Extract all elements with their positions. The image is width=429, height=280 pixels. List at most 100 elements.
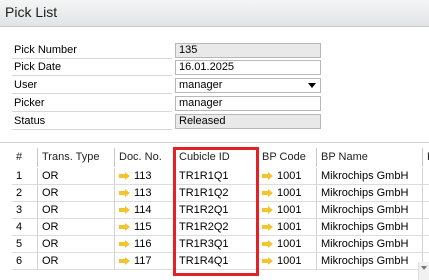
header-form: Pick Number 135 Pick Date 16.01.2025 Use… xyxy=(0,27,429,142)
cell-bp-name[interactable]: Mikrochips GmbH xyxy=(316,202,422,219)
cell-bp-code[interactable]: 1001 xyxy=(257,253,316,270)
table-row[interactable]: 3 OR 114 TR1R2Q1 1001 Mikrochips GmbH xyxy=(0,202,429,219)
cell-bp-name-text: Mikrochips GmbH xyxy=(321,187,409,199)
cell-trans-type-text: OR xyxy=(42,238,59,250)
col-header-next[interactable]: P xyxy=(422,148,429,167)
cell-num[interactable]: 6 xyxy=(12,253,37,270)
grid-header: # Trans. Type Doc. No. Cubicle ID BP Cod… xyxy=(0,148,429,167)
field-pick-number: Pick Number 135 xyxy=(12,43,429,59)
cell-cubicle-id-text: TR1R1Q1 xyxy=(179,170,229,182)
cell-bp-name[interactable]: Mikrochips GmbH xyxy=(316,219,422,236)
col-header-cubicle-id[interactable]: Cubicle ID xyxy=(174,148,257,167)
cell-num-text: 3 xyxy=(16,204,23,216)
cell-next[interactable] xyxy=(422,219,429,236)
col-header-bp-code[interactable]: BP Code xyxy=(257,148,316,167)
cell-doc-no[interactable]: 117 xyxy=(114,253,174,270)
cell-bp-code[interactable]: 1001 xyxy=(257,219,316,236)
picker-label: Picker xyxy=(12,96,172,112)
cell-num-text: 6 xyxy=(16,255,23,267)
cell-doc-no-text: 115 xyxy=(134,221,152,233)
cell-trans-type[interactable]: OR xyxy=(37,253,114,270)
status-field[interactable]: Released xyxy=(175,114,321,129)
link-arrow-icon[interactable] xyxy=(262,240,273,248)
link-arrow-icon[interactable] xyxy=(262,189,273,197)
link-arrow-icon[interactable] xyxy=(119,257,130,265)
link-arrow-icon[interactable] xyxy=(262,257,273,265)
cell-trans-type[interactable]: OR xyxy=(37,168,114,185)
cell-next[interactable] xyxy=(422,236,429,253)
cell-cubicle-id-text: TR1R2Q2 xyxy=(179,221,229,233)
cell-trans-type[interactable]: OR xyxy=(37,185,114,202)
cell-doc-no-text: 117 xyxy=(134,255,152,267)
cell-bp-name-text: Mikrochips GmbH xyxy=(321,255,409,267)
pick-number-field[interactable]: 135 xyxy=(175,43,321,58)
cell-cubicle-id[interactable]: TR1R4Q1 xyxy=(174,253,257,270)
cell-num[interactable]: 5 xyxy=(12,236,37,253)
cell-num-text: 2 xyxy=(16,187,23,199)
cell-num[interactable]: 3 xyxy=(12,202,37,219)
cell-num[interactable]: 4 xyxy=(12,219,37,236)
col-header-trans-type[interactable]: Trans. Type xyxy=(37,148,114,167)
link-arrow-icon[interactable] xyxy=(262,206,273,214)
cell-trans-type[interactable]: OR xyxy=(37,219,114,236)
col-header-doc-no[interactable]: Doc. No. xyxy=(114,148,174,167)
cell-num[interactable]: 1 xyxy=(12,168,37,185)
table-row[interactable]: 6 OR 117 TR1R4Q1 1001 Mikrochips GmbH xyxy=(0,253,429,270)
link-arrow-icon[interactable] xyxy=(119,172,130,180)
cell-bp-code-text: 1001 xyxy=(277,187,302,199)
table-row[interactable]: 2 OR 113 TR1R1Q2 1001 Mikrochips GmbH xyxy=(0,185,429,202)
cell-doc-no-text: 113 xyxy=(134,170,152,182)
link-arrow-icon[interactable] xyxy=(262,172,273,180)
cell-doc-no[interactable]: 113 xyxy=(114,168,174,185)
pick-date-field[interactable]: 16.01.2025 xyxy=(175,60,321,75)
link-arrow-icon[interactable] xyxy=(119,240,130,248)
cell-num[interactable]: 2 xyxy=(12,185,37,202)
cell-bp-code-text: 1001 xyxy=(277,204,302,216)
cell-trans-type[interactable]: OR xyxy=(37,236,114,253)
cell-trans-type-text: OR xyxy=(42,187,59,199)
table-row[interactable]: 1 OR 113 TR1R1Q1 1001 Mikrochips GmbH xyxy=(0,168,429,185)
pick-date-label: Pick Date xyxy=(12,60,172,76)
cell-doc-no-text: 116 xyxy=(134,238,152,250)
cell-bp-name[interactable]: Mikrochips GmbH xyxy=(316,185,422,202)
cell-next[interactable] xyxy=(422,185,429,202)
cell-bp-name-text: Mikrochips GmbH xyxy=(321,170,409,182)
cell-cubicle-id[interactable]: TR1R2Q1 xyxy=(174,202,257,219)
pick-list-grid: # Trans. Type Doc. No. Cubicle ID BP Cod… xyxy=(0,142,429,280)
cell-doc-no[interactable]: 113 xyxy=(114,185,174,202)
link-arrow-icon[interactable] xyxy=(119,223,130,231)
scroll-down-button[interactable] xyxy=(418,262,429,280)
cell-doc-no[interactable]: 115 xyxy=(114,219,174,236)
col-header-bp-name[interactable]: BP Name xyxy=(316,148,422,167)
cell-cubicle-id[interactable]: TR1R1Q1 xyxy=(174,168,257,185)
cell-bp-code-text: 1001 xyxy=(277,238,302,250)
cell-bp-name[interactable]: Mikrochips GmbH xyxy=(316,168,422,185)
link-arrow-icon[interactable] xyxy=(119,206,130,214)
cell-next[interactable] xyxy=(422,168,429,185)
col-header-num[interactable]: # xyxy=(12,148,37,167)
cell-next[interactable] xyxy=(422,202,429,219)
cell-bp-code-text: 1001 xyxy=(277,255,302,267)
field-user: User manager xyxy=(12,78,429,94)
cell-bp-name[interactable]: Mikrochips GmbH xyxy=(316,253,422,270)
cell-cubicle-id[interactable]: TR1R1Q2 xyxy=(174,185,257,202)
pick-number-label: Pick Number xyxy=(12,43,172,59)
picker-field[interactable]: manager xyxy=(175,96,321,111)
cell-bp-code[interactable]: 1001 xyxy=(257,168,316,185)
table-row[interactable]: 5 OR 116 TR1R3Q1 1001 Mikrochips GmbH xyxy=(0,236,429,253)
cell-cubicle-id[interactable]: TR1R2Q2 xyxy=(174,219,257,236)
cell-bp-code[interactable]: 1001 xyxy=(257,185,316,202)
cell-bp-code[interactable]: 1001 xyxy=(257,236,316,253)
user-dropdown[interactable]: manager xyxy=(175,78,321,93)
table-row[interactable]: 4 OR 115 TR1R2Q2 1001 Mikrochips GmbH xyxy=(0,219,429,236)
cell-doc-no[interactable]: 114 xyxy=(114,202,174,219)
cell-doc-no[interactable]: 116 xyxy=(114,236,174,253)
link-arrow-icon[interactable] xyxy=(119,189,130,197)
cell-bp-name[interactable]: Mikrochips GmbH xyxy=(316,236,422,253)
cell-bp-code[interactable]: 1001 xyxy=(257,202,316,219)
cell-trans-type[interactable]: OR xyxy=(37,202,114,219)
cell-bp-code-text: 1001 xyxy=(277,221,302,233)
cell-trans-type-text: OR xyxy=(42,170,59,182)
cell-cubicle-id[interactable]: TR1R3Q1 xyxy=(174,236,257,253)
link-arrow-icon[interactable] xyxy=(262,223,273,231)
